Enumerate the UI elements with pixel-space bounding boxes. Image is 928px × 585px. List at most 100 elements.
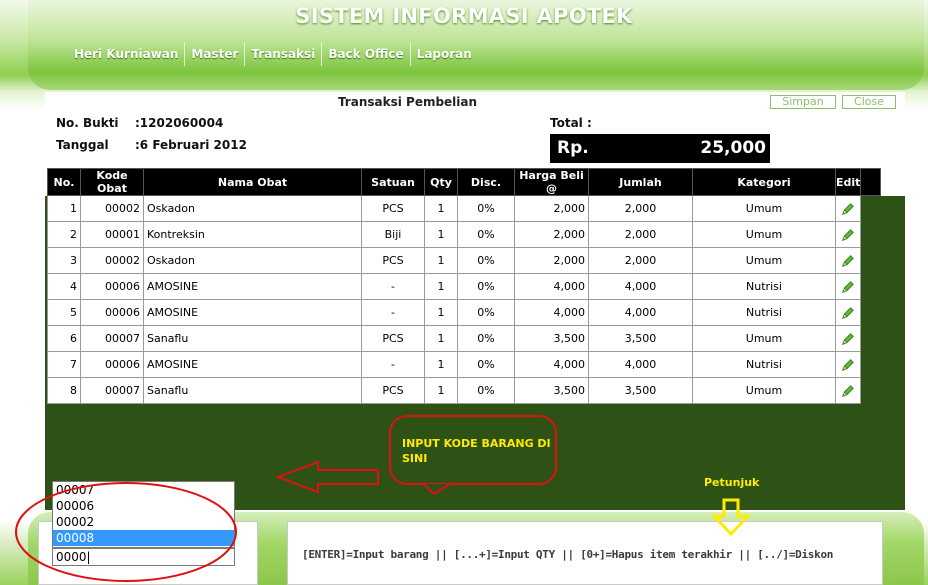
cell-nama-obat: Kontreksin — [143, 221, 362, 248]
col-header-no: No. — [47, 168, 81, 196]
cell-qty: 1 — [424, 273, 458, 300]
autocomplete-option[interactable]: 00006 — [53, 498, 234, 514]
cell-satuan: - — [361, 273, 425, 300]
cell-harga-beli: 4,000 — [514, 351, 589, 378]
cell-disc: 0% — [457, 351, 515, 378]
cell-kode-obat: 00001 — [80, 221, 144, 248]
table-row: 4 00006 AMOSINE -1 0% 4,000 4,000 Nutrisi — [47, 273, 881, 300]
cell-qty: 1 — [424, 221, 458, 248]
save-button[interactable]: Simpan — [770, 95, 836, 109]
cell-nama-obat: Oskadon — [143, 195, 362, 222]
cell-kategori: Umum — [692, 221, 836, 248]
cell-kategori: Nutrisi — [692, 273, 836, 300]
table-row: 6 00007 Sanaflu PCS 1 0% 3,500 3,500 Umum — [47, 325, 881, 352]
cell-kategori: Umum — [692, 377, 836, 404]
product-code-value: 0000 — [56, 550, 87, 564]
cell-harga-beli: 4,000 — [514, 273, 589, 300]
table-row: 5 00006 AMOSINE -1 0% 4,000 4,000 Nutrisi — [47, 299, 881, 326]
cell-nama-obat: AMOSINE — [143, 351, 362, 378]
cell-satuan: PCS — [361, 195, 425, 222]
col-header-edit: Edit — [834, 168, 862, 196]
cell-qty: 1 — [424, 325, 458, 352]
nav-item-laporan[interactable]: Laporan — [411, 42, 478, 66]
pencil-edit-icon[interactable] — [841, 254, 855, 268]
cell-disc: 0% — [457, 195, 515, 222]
cell-harga-beli: 2,000 — [514, 247, 589, 274]
pencil-edit-icon[interactable] — [841, 280, 855, 294]
cell-kode-obat: 00006 — [80, 351, 144, 378]
autocomplete-list[interactable]: 00007 00006 00002 00008 — [52, 481, 235, 548]
cell-kode-obat: 00002 — [80, 247, 144, 274]
edit-cell — [834, 221, 862, 248]
pencil-edit-icon[interactable] — [841, 202, 855, 216]
edit-cell — [834, 195, 862, 222]
cell-jumlah: 3,500 — [588, 325, 693, 352]
row-spacer — [860, 325, 881, 352]
cell-harga-beli: 2,000 — [514, 221, 589, 248]
cell-row-no: 6 — [47, 325, 81, 352]
cell-harga-beli: 4,000 — [514, 299, 589, 326]
table-row: 1 00002 Oskadon PCS 1 0% 2,000 2,000 Umum — [47, 195, 881, 222]
cell-jumlah: 2,000 — [588, 195, 693, 222]
cell-kode-obat: 00007 — [80, 377, 144, 404]
cell-disc: 0% — [457, 273, 515, 300]
pencil-edit-icon[interactable] — [841, 384, 855, 398]
edit-cell — [834, 377, 862, 404]
total-display: Rp. 25,000 — [550, 134, 770, 163]
cell-satuan: PCS — [361, 247, 425, 274]
col-header-kategori: Kategori — [692, 168, 836, 196]
nav-item-master[interactable]: Master — [185, 42, 246, 66]
pencil-edit-icon[interactable] — [841, 332, 855, 346]
cell-kode-obat: 00002 — [80, 195, 144, 222]
col-header-disc: Disc. — [457, 168, 515, 196]
cell-qty: 1 — [424, 195, 458, 222]
cell-row-no: 8 — [47, 377, 81, 404]
cell-harga-beli: 2,000 — [514, 195, 589, 222]
edit-cell — [834, 325, 862, 352]
product-code-input[interactable]: 0000| — [52, 548, 235, 566]
pencil-edit-icon[interactable] — [841, 306, 855, 320]
cell-disc: 0% — [457, 377, 515, 404]
app-title: SISTEM INFORMASI APOTEK — [295, 4, 633, 28]
purchase-items-table: No. Kode Obat Nama Obat Satuan Qty Disc.… — [47, 168, 882, 404]
cell-qty: 1 — [424, 351, 458, 378]
cell-kategori: Nutrisi — [692, 351, 836, 378]
text-caret: | — [86, 550, 91, 564]
cell-kategori: Nutrisi — [692, 299, 836, 326]
cell-nama-obat: Sanaflu — [143, 325, 362, 352]
callout-text: INPUT KODE BARANG DI SINI — [402, 437, 551, 465]
no-bukti-value: :1202060004 — [135, 116, 224, 130]
col-header-kode-obat: Kode Obat — [80, 168, 144, 196]
table-row: 3 00002 Oskadon PCS 1 0% 2,000 2,000 Umum — [47, 247, 881, 274]
close-button[interactable]: Close — [842, 95, 896, 109]
row-spacer — [860, 273, 881, 300]
cell-disc: 0% — [457, 299, 515, 326]
nav-item-transaksi[interactable]: Transaksi — [245, 42, 323, 66]
table-row: 8 00007 Sanaflu PCS 1 0% 3,500 3,500 Umum — [47, 377, 881, 404]
cell-nama-obat: Sanaflu — [143, 377, 362, 404]
nav-item-user[interactable]: Heri Kurniawan — [68, 42, 186, 66]
pencil-edit-icon[interactable] — [841, 228, 855, 242]
pencil-edit-icon[interactable] — [841, 358, 855, 372]
col-header-spacer — [860, 168, 882, 196]
autocomplete-option[interactable]: 00007 — [53, 482, 234, 498]
cell-harga-beli: 3,500 — [514, 377, 589, 404]
cell-jumlah: 4,000 — [588, 273, 693, 300]
edit-cell — [834, 247, 862, 274]
panel-title: Transaksi Pembelian — [337, 95, 478, 109]
col-header-qty: Qty — [424, 168, 458, 196]
edit-cell — [834, 351, 862, 378]
cell-kode-obat: 00007 — [80, 325, 144, 352]
cell-satuan: PCS — [361, 377, 425, 404]
autocomplete-option[interactable]: 00008 — [53, 530, 234, 546]
cell-disc: 0% — [457, 221, 515, 248]
cell-jumlah: 4,000 — [588, 351, 693, 378]
cell-row-no: 3 — [47, 247, 81, 274]
col-header-satuan: Satuan — [361, 168, 425, 196]
edit-cell — [834, 299, 862, 326]
nav-item-back-office[interactable]: Back Office — [322, 42, 411, 66]
no-bukti-label: No. Bukti — [56, 116, 119, 130]
autocomplete-option[interactable]: 00002 — [53, 514, 234, 530]
cell-disc: 0% — [457, 247, 515, 274]
tanggal-label: Tanggal — [56, 138, 109, 152]
